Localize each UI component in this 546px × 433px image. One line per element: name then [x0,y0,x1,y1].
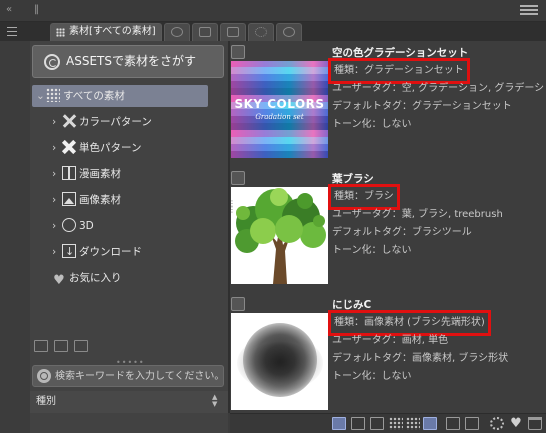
tree-item-label: ダウンロード [79,246,142,258]
chevron-right-icon[interactable]: › [52,189,62,211]
material-name: 空の色グラデーションセット [332,47,469,59]
tree-item-favorites[interactable]: ♥ お気に入り [52,267,122,289]
duplicate-folder-icon[interactable] [54,340,68,352]
material-tree-panel: ASSETSで素材をさがす ⌄ すべての素材 › カラーパターン › 単色パターン ›… [30,41,228,433]
list-item[interactable]: 葉ブラシ 種類：ブラシ ユーザータグ：葉, ブラシ, treebrush デフォ… [230,167,546,293]
new-folder-icon[interactable] [34,340,48,352]
chevron-right-icon[interactable]: › [52,163,62,185]
tree-item-manga[interactable]: › 漫画素材 [52,163,121,185]
panel-grip-icon[interactable]: ‖ [34,4,39,16]
grid-large-icon[interactable] [406,417,420,430]
download-icon [62,241,76,263]
material-name: 葉ブラシ [332,173,374,185]
material-kind: 種類：グラデーションセット [328,58,470,84]
material-user-tags: ユーザータグ：空, グラデーション, グラデーションマップ [332,83,546,94]
brush-tab-icon[interactable] [164,23,190,41]
thumbnail-view-icon[interactable] [332,417,346,430]
grid-icon [56,28,65,37]
grid-small-icon[interactable] [389,417,403,430]
tree-item-image[interactable]: › 画像素材 [52,189,121,211]
material-default-tags: デフォルトタグ：ブラシツール [332,227,472,238]
manga-icon [62,166,76,180]
material-user-tags: ユーザータグ：葉, ブラシ, treebrush [332,209,503,220]
bottom-toolbar: ♥ [230,413,546,433]
thumb-title: SKY COLORS [234,97,325,111]
detail-view-icon[interactable] [351,417,365,430]
material-name: にじみC [332,299,372,311]
tab-menu-icon[interactable] [7,27,17,37]
material-user-tags: ユーザータグ：画材, 単色 [332,335,449,346]
layer-tab-icon[interactable] [192,23,218,41]
cube-icon [62,218,76,232]
search-box[interactable] [32,365,224,387]
tree-item-label: 単色パターン [79,142,142,154]
assets-search-button[interactable]: ASSETSで素材をさがす [32,45,224,78]
panel-tab-row: 素材[すべての素材] [0,22,546,41]
navigator-tab-icon[interactable] [220,23,246,41]
thumbnail-leaf-brush [231,187,328,284]
material-tone: トーン化：しない [332,371,412,382]
material-default-tags: デフォルトタグ：画像素材, ブラシ形状 [332,353,509,364]
thumb-subtitle: Gradation set [255,113,304,121]
material-tone: トーン化：しない [332,245,412,256]
material-kind: 種類：画像素材 (ブラシ先端形状) [328,310,491,336]
assets-search-label: ASSETSで素材をさがす [66,54,196,68]
search-input[interactable] [55,368,223,384]
crossed-brushes-icon [62,114,76,128]
image-icon [62,192,76,206]
tree-item-label: すべての素材 [63,90,125,102]
kind-filter-label: 種別 [36,396,56,407]
top-strip: « ‖ [0,0,546,22]
kind-filter-row[interactable]: 種別 ▲ ▼ [30,391,228,413]
chevron-down-icon[interactable]: ⌄ [36,85,46,107]
paste-icon[interactable] [446,417,460,430]
tree-item-label: 漫画素材 [79,168,121,180]
tree-item-color-pattern[interactable]: › カラーパターン [52,111,152,133]
tree-item-mono-pattern[interactable]: › 単色パターン [52,137,141,159]
tab-materials-label: 素材[すべての素材] [69,26,156,37]
material-list: SKY COLORS Gradation set 空の色グラデーションセット 種… [230,41,546,413]
material-tone: トーン化：しない [332,119,412,130]
tree-item-3d[interactable]: › 3D [52,215,94,237]
chevron-right-icon[interactable]: › [52,111,62,133]
list-view-icon[interactable] [370,417,384,430]
thumbnail-sky-colors: SKY COLORS Gradation set [231,61,328,158]
tree-item-label: カラーパターン [79,116,152,128]
chevron-right-icon[interactable]: › [52,241,62,263]
select-checkbox[interactable] [231,297,245,311]
material-kind: 種類：ブラシ [328,184,400,210]
properties-icon[interactable] [490,417,504,430]
import-icon[interactable] [465,417,479,430]
delete-icon[interactable] [528,417,542,430]
splitter-handle[interactable]: ⋮ ⋮ [230,200,236,214]
assets-logo-icon [44,54,60,70]
edit-folder-icon[interactable] [74,340,88,352]
info-tab-icon[interactable] [276,23,302,41]
scroll-arrows-icon[interactable]: ▲ ▼ [212,394,222,410]
tree-item-download[interactable]: › ダウンロード [52,241,142,263]
collapse-arrows-icon[interactable]: « [6,4,12,16]
select-checkbox[interactable] [231,171,245,185]
list-item[interactable]: にじみC 種類：画像素材 (ブラシ先端形状) ユーザータグ：画材, 単色 デフォ… [230,293,546,413]
search-icon[interactable] [37,369,51,383]
thumbnail-nijimi-c [231,313,328,410]
chevron-right-icon[interactable]: › [52,215,62,237]
tree-item-label: 3D [79,220,94,232]
grid-icon [46,88,60,102]
panel-menu-icon[interactable] [520,3,538,17]
select-checkbox[interactable] [231,45,245,59]
tree-item-all-materials[interactable]: ⌄ すべての素材 [32,85,208,107]
crossed-tools-icon [62,140,76,154]
tab-materials[interactable]: 素材[すべての素材] [50,23,162,41]
tree-item-label: お気に入り [69,272,122,284]
settings-tab-icon[interactable] [248,23,274,41]
heart-icon: ♥ [53,273,65,288]
chevron-right-icon[interactable]: › [52,137,62,159]
tree-item-label: 画像素材 [79,194,121,206]
material-default-tags: デフォルトタグ：グラデーションセット [332,101,512,112]
list-item[interactable]: SKY COLORS Gradation set 空の色グラデーションセット 種… [230,41,546,167]
favorite-icon[interactable]: ♥ [509,417,523,430]
detail-list-icon[interactable] [423,417,437,430]
tree-tools [30,337,228,357]
